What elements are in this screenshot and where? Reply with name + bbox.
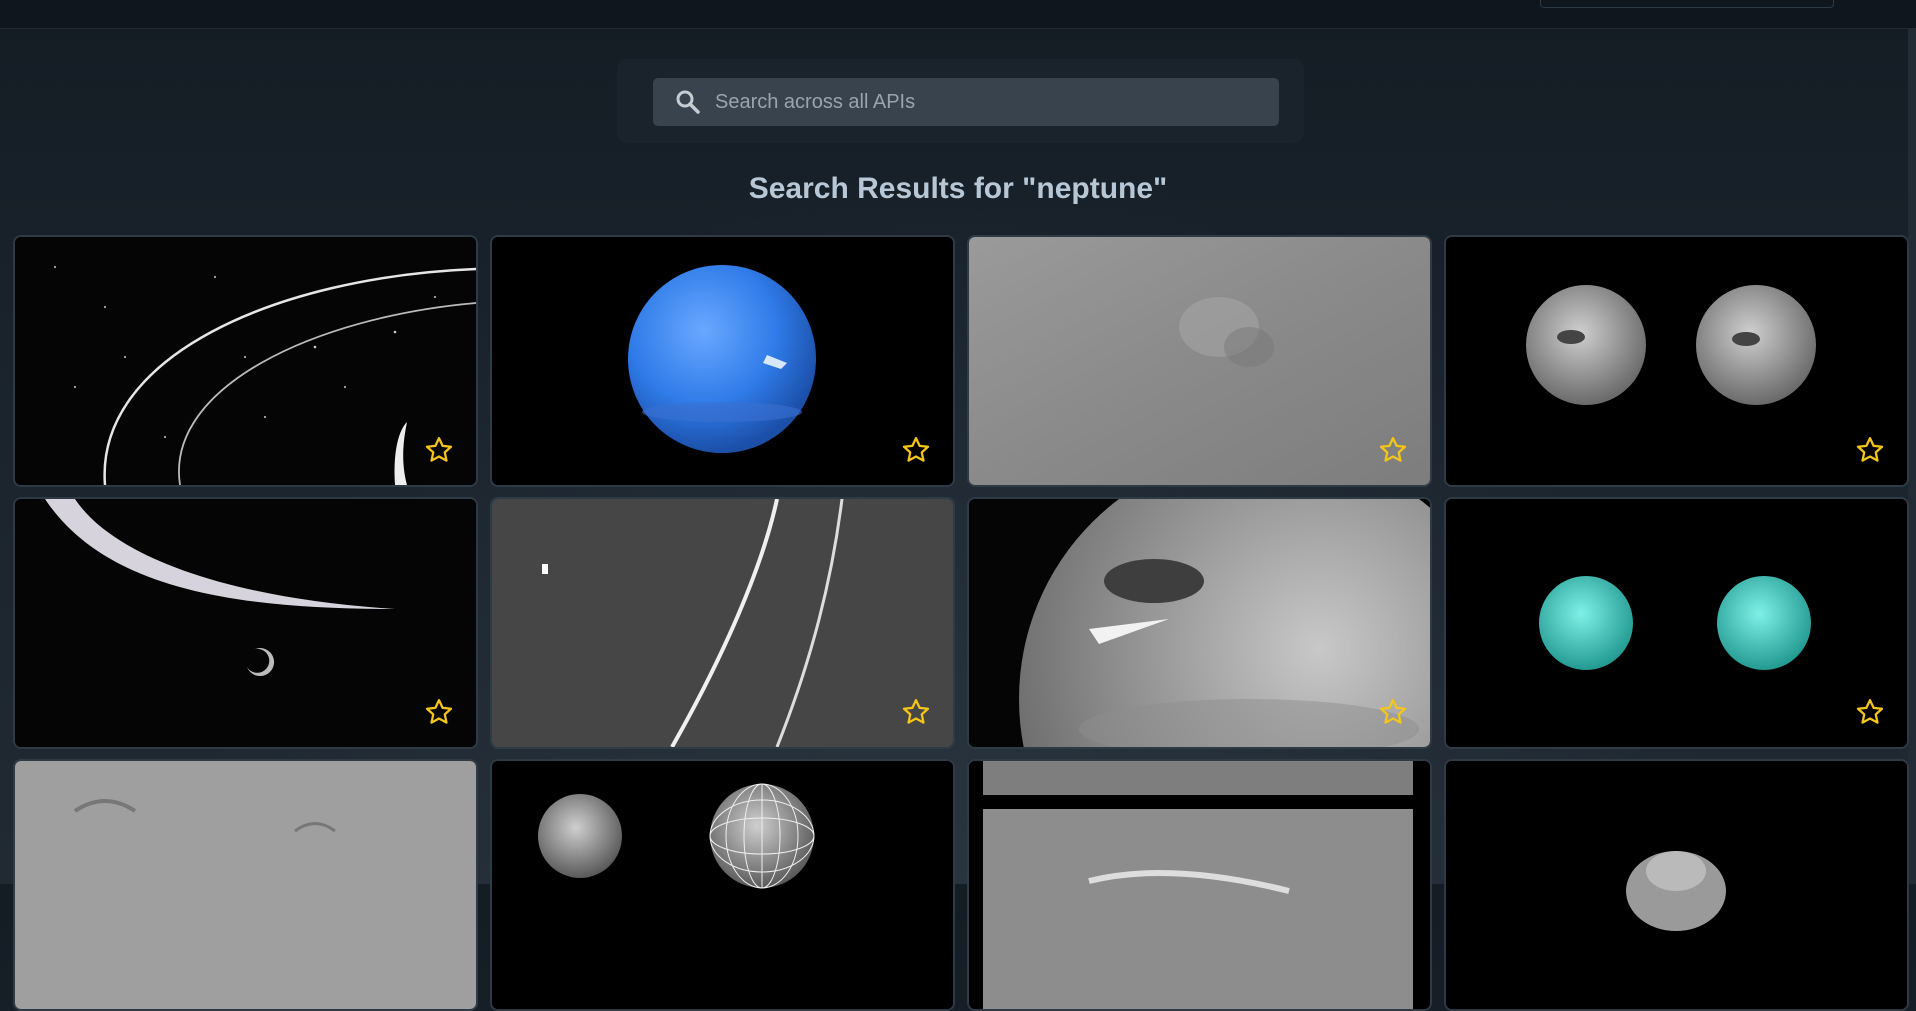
result-card[interactable] xyxy=(490,497,955,749)
result-card[interactable] xyxy=(967,497,1432,749)
result-image-neptune-blue xyxy=(492,237,953,485)
star-outline-icon[interactable] xyxy=(424,435,454,465)
results-heading: Search Results for "neptune" xyxy=(748,172,1168,205)
page-scrollbar[interactable] xyxy=(1908,28,1916,884)
star-outline-icon[interactable] xyxy=(1855,435,1885,465)
result-card[interactable] xyxy=(967,759,1432,1011)
search-bar[interactable] xyxy=(653,78,1279,126)
result-card[interactable] xyxy=(490,759,955,1011)
result-image-two-planets-gray xyxy=(1446,237,1907,485)
result-card[interactable] xyxy=(490,235,955,487)
top-navigation-bar xyxy=(0,0,1916,29)
result-image-two-planets-cyan xyxy=(1446,499,1907,747)
result-card[interactable] xyxy=(1444,235,1909,487)
result-image-banded-strips xyxy=(969,761,1430,1009)
star-outline-icon[interactable] xyxy=(1855,697,1885,727)
result-card[interactable] xyxy=(13,497,478,749)
star-outline-icon[interactable] xyxy=(1378,435,1408,465)
result-image-dark-spot xyxy=(969,499,1430,747)
result-card[interactable] xyxy=(1444,759,1909,1011)
result-card[interactable] xyxy=(13,759,478,1011)
result-card[interactable] xyxy=(13,235,478,487)
search-icon xyxy=(675,89,701,115)
star-outline-icon[interactable] xyxy=(901,435,931,465)
star-outline-icon[interactable] xyxy=(1378,697,1408,727)
result-image-planet-and-grid xyxy=(492,761,953,1009)
search-input[interactable] xyxy=(713,89,1279,115)
result-card[interactable] xyxy=(967,235,1432,487)
result-image-cloud-texture xyxy=(969,237,1430,485)
search-panel xyxy=(617,59,1304,143)
star-outline-icon[interactable] xyxy=(901,697,931,727)
result-card[interactable] xyxy=(1444,497,1909,749)
result-image-surface-texture xyxy=(15,761,476,1009)
star-outline-icon[interactable] xyxy=(424,697,454,727)
result-image-crescent xyxy=(15,499,476,747)
top-bar-control[interactable] xyxy=(1540,0,1834,8)
result-image-faint-blob xyxy=(1446,761,1907,1009)
result-image-ring-arcs-noise xyxy=(492,499,953,747)
result-image-rings xyxy=(15,237,476,485)
